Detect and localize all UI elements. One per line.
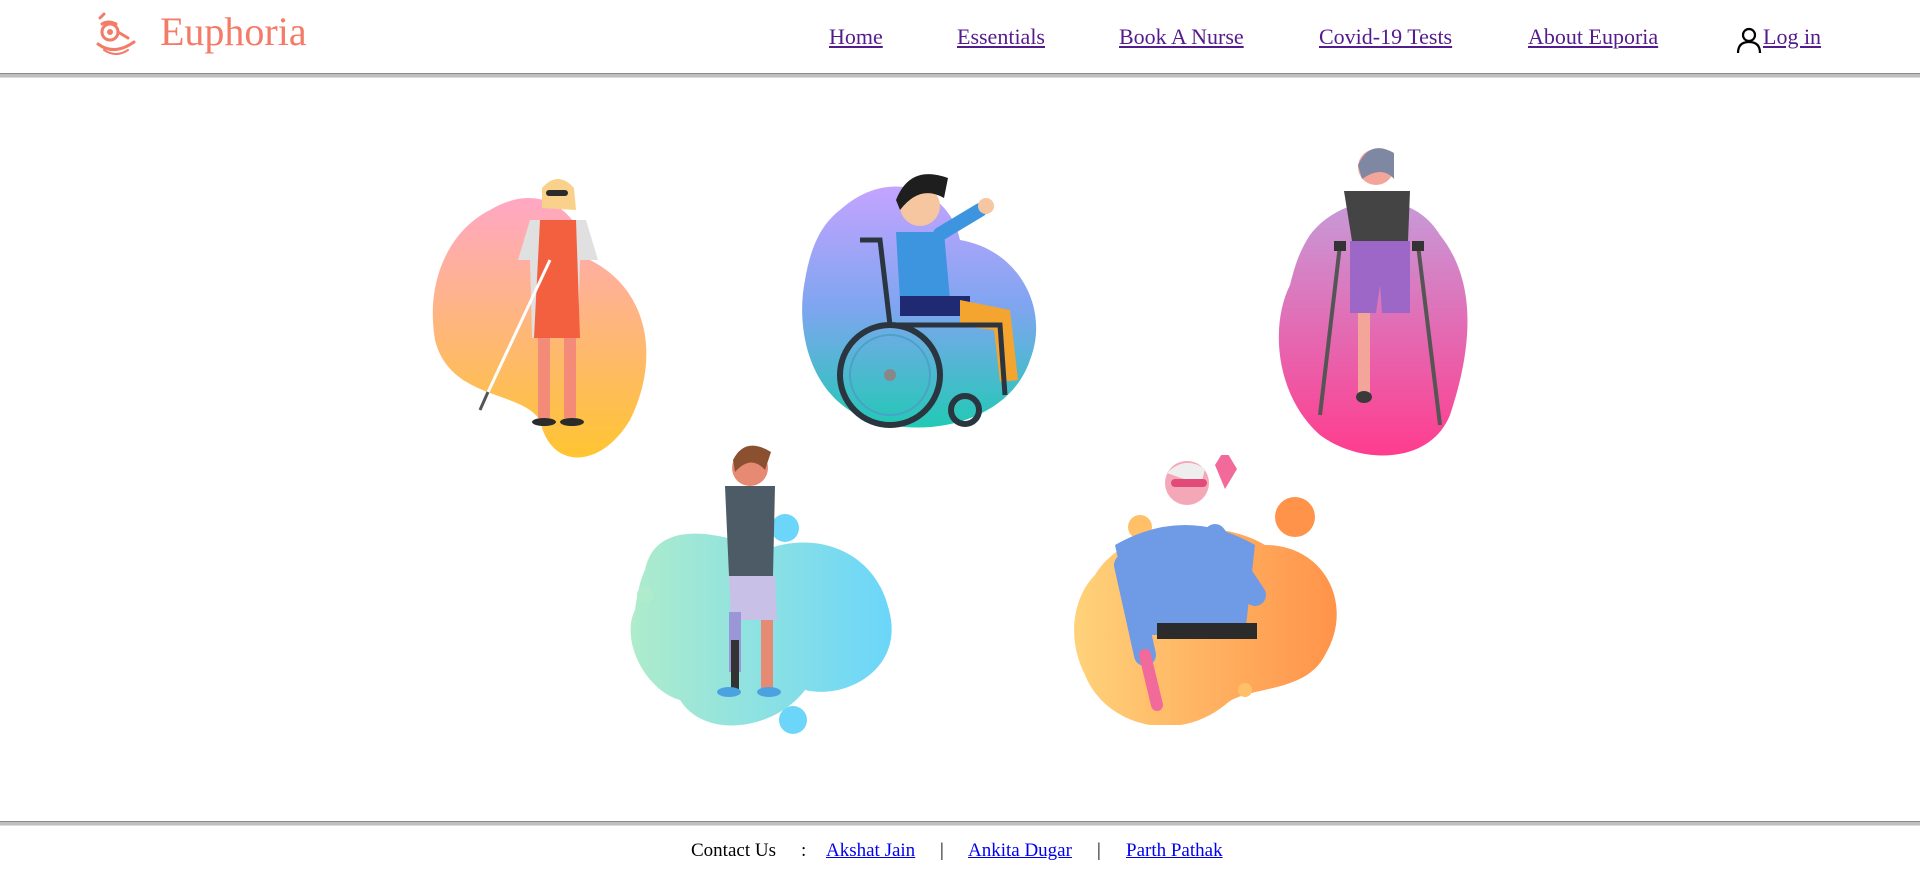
brand-name[interactable]: Euphoria (160, 8, 307, 56)
nav-essentials[interactable]: Essentials (957, 24, 1045, 50)
site-footer: Contact Us : Akshat Jain | Ankita Dugar … (0, 834, 1920, 874)
nav-covid-tests[interactable]: Covid-19 Tests (1319, 24, 1452, 50)
header-divider (0, 73, 1920, 78)
contact-ankita-dugar[interactable]: Ankita Dugar (968, 839, 1072, 863)
contact-akshat-jain[interactable]: Akshat Jain (826, 839, 915, 863)
boy-in-wheelchair-illustration (802, 174, 1037, 428)
man-with-prosthetic-leg-illustration (630, 445, 892, 734)
contact-label: Contact Us (691, 840, 776, 861)
wheelchair-logo-icon[interactable] (94, 10, 138, 60)
nav-login[interactable]: Log in (1763, 24, 1821, 50)
elderly-man-hearing-illustration (1074, 455, 1337, 725)
contact-parth-pathak[interactable]: Parth Pathak (1126, 839, 1223, 863)
nav-home[interactable]: Home (829, 24, 883, 50)
woman-with-crutches-illustration (1278, 148, 1468, 456)
nav-about[interactable]: About Euporia (1528, 24, 1658, 50)
site-header: Euphoria Home Essentials Book A Nurse Co… (0, 0, 1920, 72)
footer-divider (0, 821, 1920, 826)
blind-woman-with-cane-illustration (432, 179, 647, 458)
nav-book-nurse[interactable]: Book A Nurse (1119, 24, 1244, 50)
user-icon[interactable] (1735, 26, 1763, 54)
footer-separator: | (1097, 840, 1101, 861)
footer-separator: | (940, 840, 944, 861)
contact-colon: : (801, 840, 807, 861)
